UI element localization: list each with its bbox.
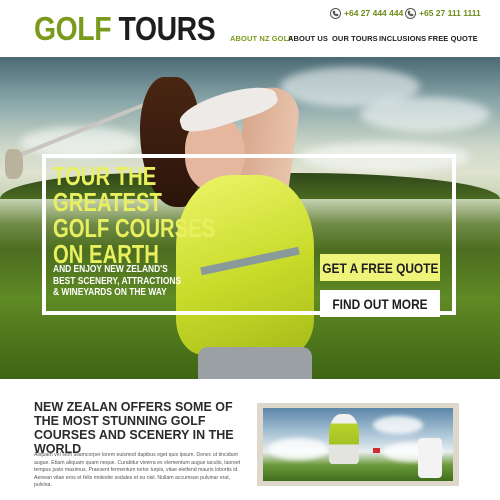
photo-golfer [329, 414, 359, 464]
get-free-quote-label: GET A FREE QUOTE [321, 259, 439, 276]
phone-contact-2[interactable]: +65 27 111 1111 [405, 6, 481, 20]
logo-word-tours: TOURS [118, 10, 216, 47]
find-out-more-button[interactable]: FIND OUT MORE [320, 290, 440, 317]
hero-subline-3: & WINEYARDS ON THE WAY [53, 286, 167, 298]
logo-word-golf: GOLF [34, 10, 112, 47]
phone-number-2: +65 27 111 1111 [419, 8, 481, 18]
phone-number-1: +64 27 444 444 [344, 8, 404, 18]
site-header: GOLF TOURS +64 27 444 444 +65 27 111 111… [0, 0, 500, 57]
get-free-quote-button[interactable]: GET A FREE QUOTE [320, 254, 440, 281]
hero-headline-line-2: GREATEST [53, 187, 162, 217]
hero-headline-line-1: TOUR THE [53, 161, 157, 191]
golf-club-head [5, 149, 23, 179]
find-out-more-label: FIND OUT MORE [332, 295, 428, 312]
hero-subheadline: AND ENJOY NEW ZELAND'S BEST SCENERY, ATT… [53, 263, 181, 299]
golfer-photo [263, 408, 453, 481]
phone-icon [330, 7, 341, 19]
nav-item-our-tours[interactable]: OUR TOURS [332, 34, 378, 43]
section-body-text: Aliquam vel sem ullamcorper lorem euismo… [34, 452, 241, 489]
phone-contact-1[interactable]: +64 27 444 444 [330, 6, 403, 20]
golfer-skirt [198, 347, 312, 379]
photo-cloud [268, 438, 328, 460]
nav-item-about-us[interactable]: ABOUT US [288, 34, 328, 43]
phone-icon [405, 7, 416, 19]
hero-headline: TOUR THE GREATEST GOLF COURSES ON EARTH [53, 161, 216, 267]
photo-cloud [373, 416, 423, 434]
golf-flag [373, 448, 380, 453]
hero-subline-1: AND ENJOY NEW ZELAND'S [53, 263, 168, 275]
nav-item-inclusions[interactable]: INCLUSIONS [379, 34, 426, 43]
section-heading: NEW ZEALAN OFFERS SOME OF THE MOST STUNN… [34, 400, 234, 456]
site-logo[interactable]: GOLF TOURS [34, 10, 216, 47]
hero-headline-line-3: GOLF COURSES [53, 213, 216, 243]
sky-cloud [360, 97, 490, 132]
nav-item-about-nz-golf[interactable]: ABOUT NZ GOLF [230, 34, 293, 43]
golf-bag [418, 438, 442, 478]
nav-item-free-quote[interactable]: FREE QUOTE [428, 34, 478, 43]
